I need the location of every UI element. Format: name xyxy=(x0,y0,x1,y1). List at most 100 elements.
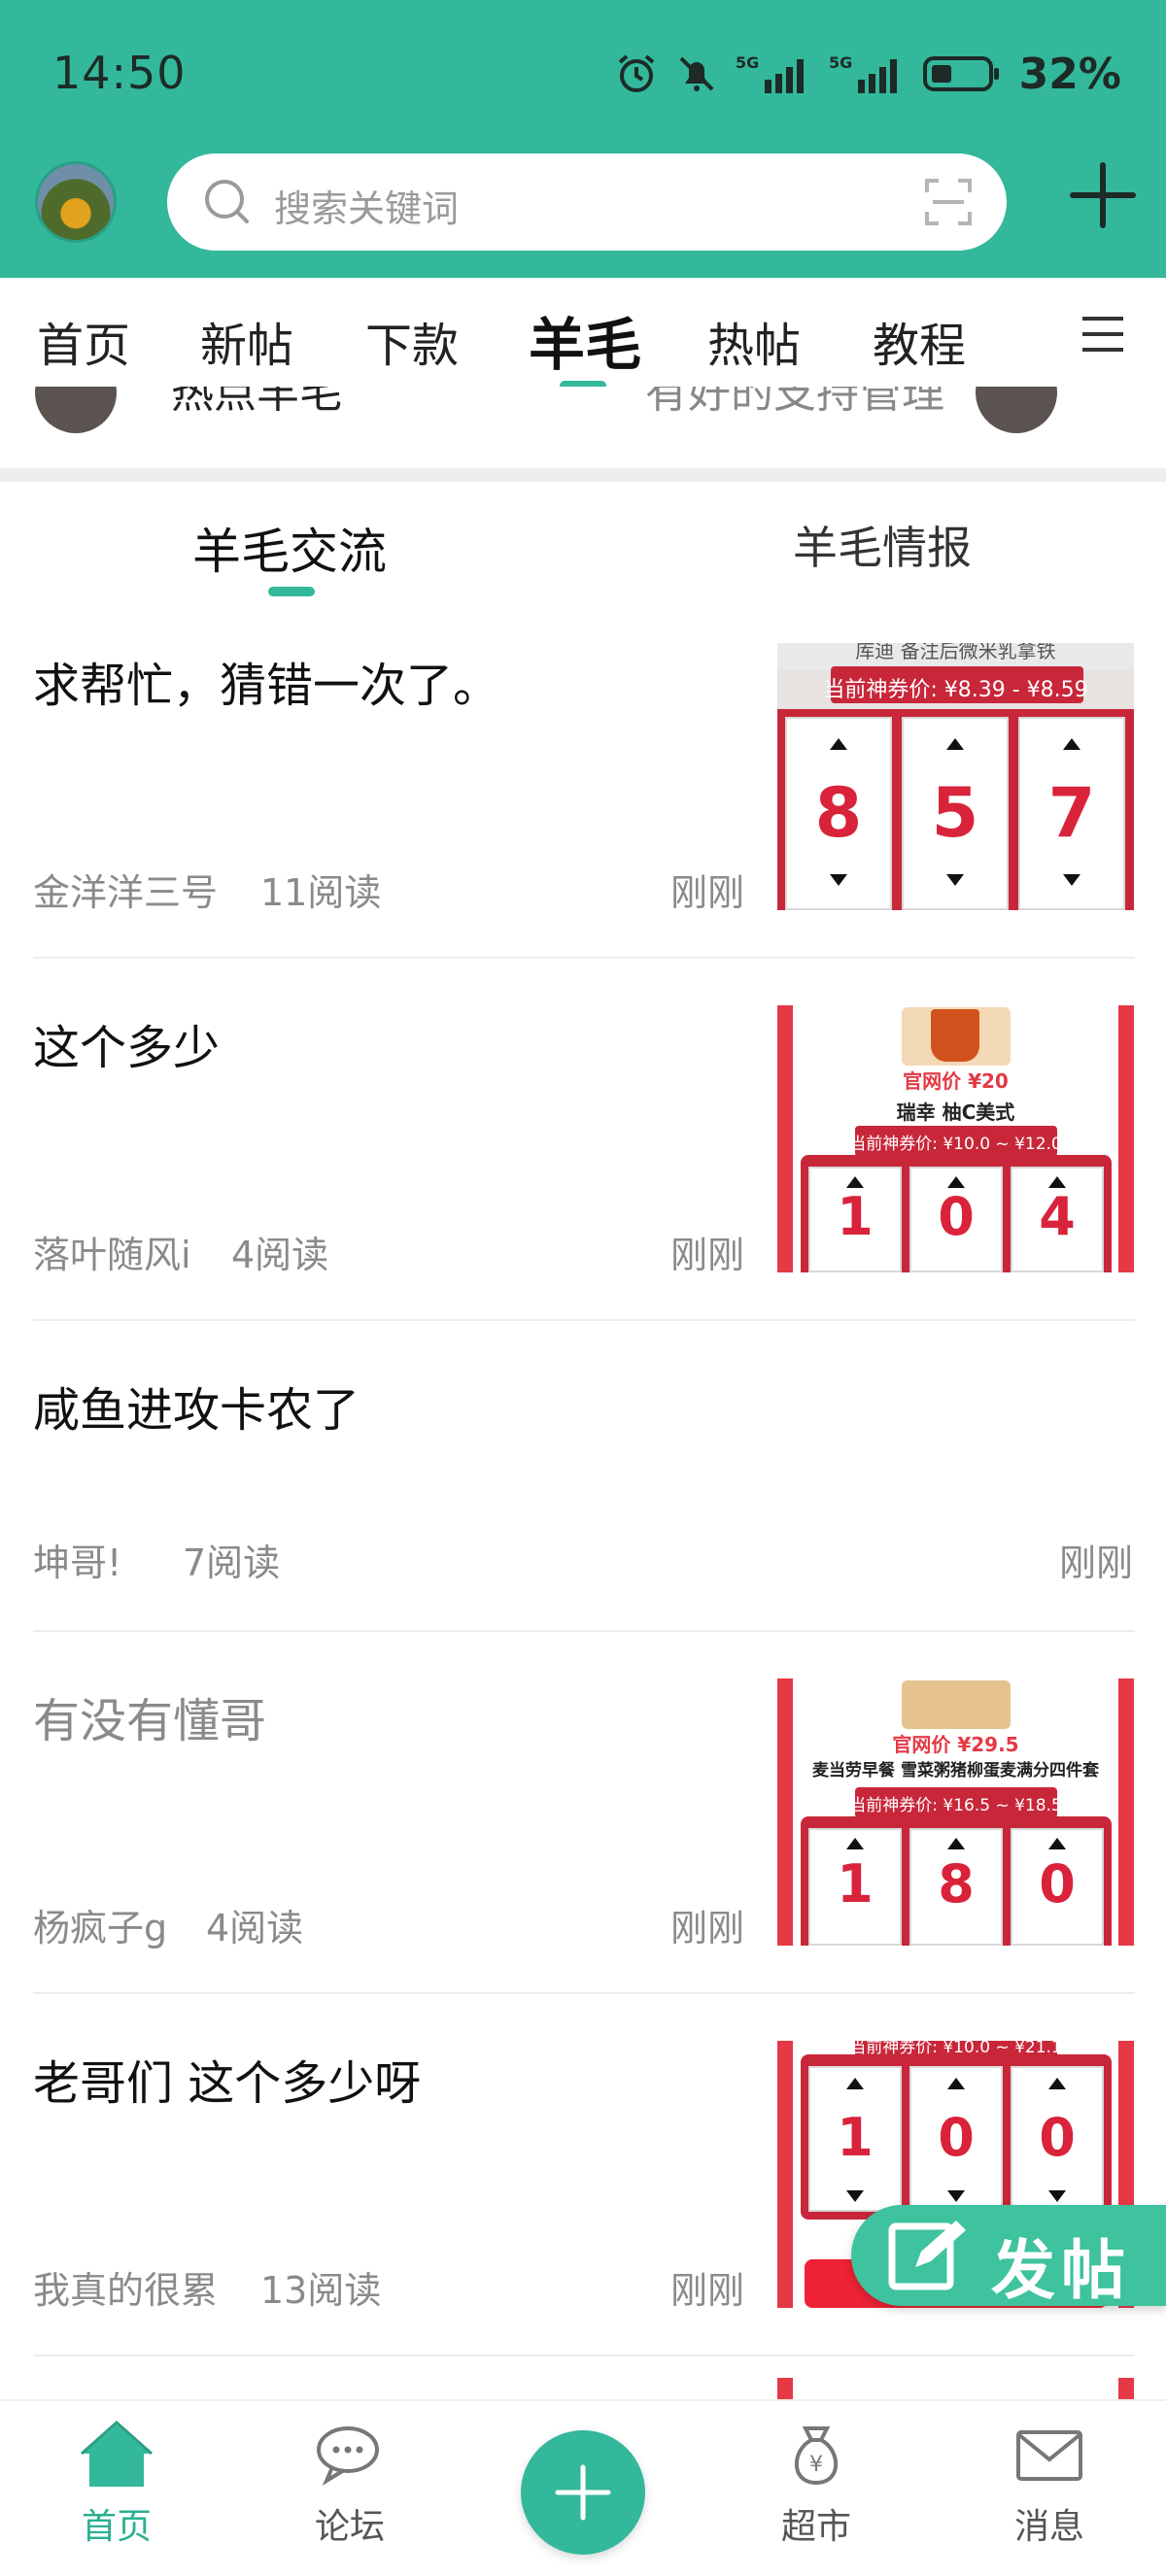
signal-icon: 5G xyxy=(829,53,897,93)
thumb-official-price: 官网价 ¥20 xyxy=(903,1069,1009,1093)
signal-icon: 5G xyxy=(736,53,804,93)
thumb-digit: 4 xyxy=(1039,1186,1076,1247)
mail-icon xyxy=(1016,2430,1082,2481)
post-time: 刚刚 xyxy=(670,2269,745,2312)
post-thumbnail[interactable]: 官网价 ¥29.5 麦当劳早餐 雪菜粥猪柳蛋麦满分四件套 当前神券价: ¥16.… xyxy=(777,1678,1134,1946)
tab-hot-posts[interactable]: 热帖 xyxy=(707,307,801,375)
new-post-button[interactable]: 发帖 xyxy=(851,2205,1166,2308)
post-title[interactable]: 求帮忙，猜错一次了。 xyxy=(33,647,499,715)
list-item[interactable]: 这个多少 落叶随风i 4阅读 刚刚 官网价 ¥20 瑞幸 柚C美式 当前神券价:… xyxy=(0,1005,1166,1321)
mute-icon xyxy=(679,56,714,91)
post-time: 刚刚 xyxy=(670,1907,745,1949)
row-divider xyxy=(33,1630,1135,1632)
row-divider xyxy=(33,1319,1135,1321)
nav-market-label: 超市 xyxy=(780,2507,851,2547)
post-author[interactable]: 金洋洋三号 xyxy=(33,863,218,916)
thumb-price-range: 当前神券价: ¥8.39 - ¥8.59 xyxy=(823,678,1088,702)
thumb-digit: 1 xyxy=(837,2107,874,2168)
strip-left-text[interactable]: 热点羊毛 xyxy=(171,387,342,420)
status-bar: 14:50 5G 5G 32% xyxy=(0,0,1166,146)
tab-home[interactable]: 首页 xyxy=(37,307,130,375)
nav-home-label: 首页 xyxy=(81,2507,152,2547)
tab-tutorials[interactable]: 教程 xyxy=(873,307,966,375)
svg-text:5G: 5G xyxy=(829,53,852,72)
thumb-product-name: 瑞幸 柚C美式 xyxy=(896,1101,1015,1124)
section-divider xyxy=(0,468,1166,482)
nav-forum-label: 论坛 xyxy=(314,2507,385,2547)
thumb-official-price: 官网价 ¥29.5 xyxy=(892,1733,1019,1756)
thumb-top-text: 库迪 备注后微米乳拿铁 xyxy=(855,643,1056,662)
add-button[interactable] xyxy=(521,2430,645,2555)
thumb-digit: 0 xyxy=(1039,1853,1076,1915)
post-title[interactable]: 老哥们 这个多少呀 xyxy=(33,2045,421,2113)
thumb-digit: 8 xyxy=(938,1853,975,1915)
new-post-label: 发帖 xyxy=(991,2233,1131,2308)
thumb-product-name: 麦当劳早餐 雪菜粥猪柳蛋麦满分四件套 xyxy=(812,1761,1099,1780)
money-bag-icon: ¥ xyxy=(794,2426,839,2486)
thumb-digit: 7 xyxy=(1047,773,1096,853)
post-author[interactable]: 落叶随风i xyxy=(33,1225,191,1278)
post-time: 刚刚 xyxy=(670,871,745,914)
plus-icon xyxy=(555,2464,611,2521)
nav-forum[interactable]: 论坛 xyxy=(282,2421,418,2549)
next-post-peek xyxy=(777,2378,1134,2399)
post-author[interactable]: 我真的很累 xyxy=(33,2260,218,2314)
nav-messages[interactable]: 消息 xyxy=(981,2421,1117,2549)
tab-deals[interactable]: 羊毛 xyxy=(529,299,641,381)
svg-text:¥: ¥ xyxy=(809,2453,823,2477)
thumb-digit: 0 xyxy=(938,2107,975,2168)
search-placeholder[interactable]: 搜索关键词 xyxy=(274,179,459,232)
post-author[interactable]: 杨疯子g xyxy=(33,1898,167,1951)
channel-tabs: 首页 新帖 下款 羊毛 热帖 教程 xyxy=(0,278,1166,387)
search-icon xyxy=(205,180,249,223)
post-thumbnail[interactable]: 官网价 ¥20 瑞幸 柚C美式 当前神券价: ¥10.0 ~ ¥12.0 1 0… xyxy=(777,1005,1134,1272)
post-author[interactable]: 坤哥! xyxy=(33,1533,121,1586)
post-reads: 7阅读 xyxy=(183,1542,281,1584)
scan-icon[interactable] xyxy=(923,177,974,227)
status-time: 14:50 xyxy=(52,47,187,99)
post-reads: 13阅读 xyxy=(260,2269,382,2312)
strip-right-text[interactable]: 有好的支持管理 xyxy=(645,387,944,420)
post-title[interactable]: 咸鱼进攻卡农了 xyxy=(33,1372,360,1440)
nav-market[interactable]: ¥ 超市 xyxy=(748,2421,884,2549)
scrolled-strip: 热点羊毛 有好的支持管理 xyxy=(0,387,1166,468)
subtab-exchange[interactable]: 羊毛交流 xyxy=(192,513,387,583)
row-divider xyxy=(33,1992,1135,1994)
thumb-price-range: 当前神券价: ¥16.5 ~ ¥18.5 xyxy=(849,1796,1062,1815)
user-avatar[interactable] xyxy=(35,161,117,243)
subtab-intel[interactable]: 羊毛情报 xyxy=(793,513,972,577)
tab-loans[interactable]: 下款 xyxy=(365,307,459,375)
thumb-digit: 5 xyxy=(931,773,979,853)
row-divider xyxy=(33,2355,1135,2356)
thumb-digit: 0 xyxy=(1039,2107,1076,2168)
list-item[interactable]: 有没有懂哥 杨疯子g 4阅读 刚刚 官网价 ¥29.5 麦当劳早餐 雪菜粥猪柳蛋… xyxy=(0,1678,1166,1994)
alarm-icon xyxy=(618,54,654,92)
post-reads: 11阅读 xyxy=(260,871,382,914)
row-divider xyxy=(33,957,1135,959)
nav-home[interactable]: 首页 xyxy=(49,2420,185,2549)
post-title[interactable]: 这个多少 xyxy=(33,1009,220,1077)
search-bar[interactable]: 搜索关键词 xyxy=(167,153,1007,251)
list-item[interactable]: 咸鱼进攻卡农了 坤哥! 7阅读 刚刚 xyxy=(0,1368,1166,1630)
post-time: 刚刚 xyxy=(670,1234,745,1276)
battery-icon xyxy=(922,56,999,91)
sub-tabs: 羊毛交流 羊毛情报 xyxy=(0,482,1166,627)
post-title[interactable]: 有没有懂哥 xyxy=(33,1682,266,1750)
thumb-digit: 1 xyxy=(837,1186,874,1247)
post-time: 刚刚 xyxy=(1059,1542,1134,1584)
post-reads: 4阅读 xyxy=(231,1234,329,1276)
battery-percent: 32% xyxy=(1018,49,1121,99)
thumb-price-range: 当前神券价: ¥10.0 ~ ¥12.0 xyxy=(849,1135,1062,1154)
thumb-digit: 1 xyxy=(837,1853,874,1915)
tab-new-posts[interactable]: 新帖 xyxy=(200,307,293,375)
post-thumbnail[interactable]: 库迪 备注后微米乳拿铁 当前神券价: ¥8.39 - ¥8.59 8 5 7 xyxy=(777,643,1134,910)
thumb-digit: 0 xyxy=(938,1186,975,1247)
chat-icon xyxy=(317,2426,379,2486)
plus-icon[interactable] xyxy=(1069,161,1137,229)
strip-avatar xyxy=(976,387,1057,433)
active-subtab-indicator xyxy=(268,587,315,596)
list-item[interactable]: 求帮忙，猜错一次了。 金洋洋三号 11阅读 刚刚 库迪 备注后微米乳拿铁 当前神… xyxy=(0,643,1166,959)
thumb-digit: 8 xyxy=(814,773,863,853)
post-reads: 4阅读 xyxy=(206,1907,304,1949)
menu-icon[interactable] xyxy=(1080,313,1125,356)
